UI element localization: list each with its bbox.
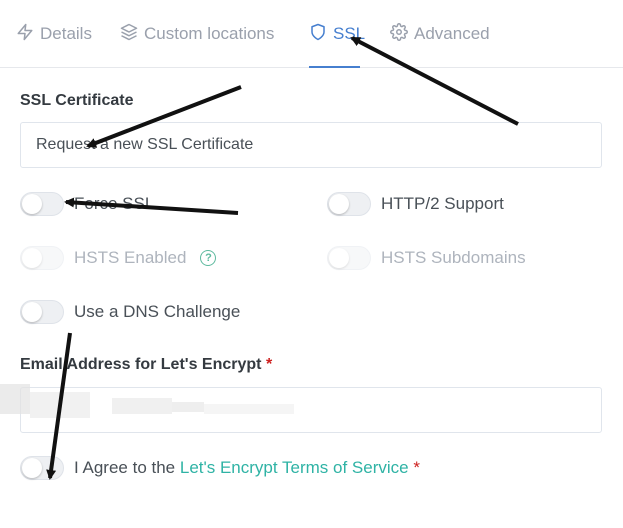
email-input[interactable] [20,387,602,433]
hsts-subdomains-label: HSTS Subdomains [381,248,526,267]
hsts-subdomains-toggle [327,246,371,270]
tab-label: Details [40,24,92,43]
toggle-knob [22,248,42,268]
http2-label: HTTP/2 Support [381,194,504,213]
dns-challenge-toggle[interactable] [20,300,64,324]
ssl-certificate-select[interactable]: Request a new SSL Certificate [20,122,602,168]
hsts-toggle-row: HSTS Enabled ? [20,245,217,271]
layers-icon [120,23,138,46]
agree-tos-toggle-row[interactable]: I Agree to the Let's Encrypt Terms of Se… [20,455,420,481]
force-ssl-toggle-row[interactable]: Force SSL [20,191,154,217]
agree-tos-label: I Agree to the Let's Encrypt Terms of Se… [74,458,420,478]
shield-icon [309,23,327,46]
tab-label: Advanced [414,24,490,43]
email-label-text: Email Address for Let's Encrypt [20,356,262,373]
hsts-toggle [20,246,64,270]
redaction-blur [30,392,90,418]
ssl-certificate-value: Request a new SSL Certificate [36,136,254,153]
gear-icon [390,22,408,46]
tab-advanced[interactable]: Advanced [390,22,490,46]
toggle-knob [22,194,42,214]
toggle-knob [22,458,42,478]
redaction-blur [0,384,30,414]
redaction-blur [172,402,204,412]
tos-link[interactable]: Let's Encrypt Terms of Service [180,458,409,477]
dns-challenge-label: Use a DNS Challenge [74,302,241,321]
agree-prefix: I Agree to the [74,458,180,477]
help-icon[interactable]: ? [200,250,217,266]
tab-label: SSL [333,24,366,43]
dns-challenge-toggle-row[interactable]: Use a DNS Challenge [20,299,240,325]
toggle-knob [329,248,349,268]
tab-bar: Details Custom locations SSL Advanced [0,0,623,68]
toggle-knob [329,194,349,214]
email-label: Email Address for Let's Encrypt * [20,356,272,374]
hsts-subdomains-toggle-row: HSTS Subdomains [327,245,526,271]
tab-label: Custom locations [144,24,275,43]
bolt-icon [16,23,34,46]
toggle-knob [22,302,42,322]
active-tab-indicator [309,66,360,68]
tab-custom-locations[interactable]: Custom locations [120,22,274,46]
tab-details[interactable]: Details [16,22,92,46]
redaction-blur [112,398,172,414]
http2-toggle[interactable] [327,192,371,216]
redaction-blur [204,404,294,414]
tab-ssl[interactable]: SSL [309,22,365,46]
agree-tos-toggle[interactable] [20,456,64,480]
required-mark: * [265,356,273,373]
force-ssl-label: Force SSL [74,194,155,213]
hsts-label: HSTS Enabled [74,248,187,267]
required-mark: * [413,458,420,477]
http2-toggle-row[interactable]: HTTP/2 Support [327,191,504,217]
ssl-certificate-label: SSL Certificate [20,92,134,109]
force-ssl-toggle[interactable] [20,192,64,216]
